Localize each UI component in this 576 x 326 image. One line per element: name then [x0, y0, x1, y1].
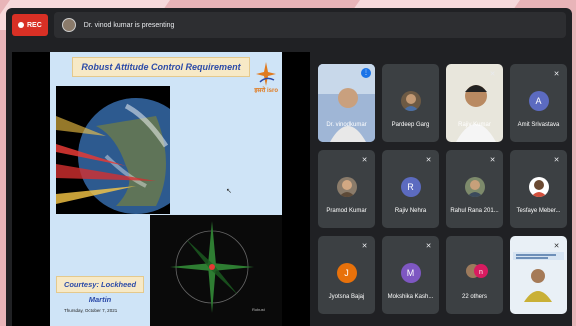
slide-date: Thursday, October 7, 2021: [64, 308, 118, 313]
courtesy-label: Courtesy: Lockheed Martin: [56, 276, 144, 304]
participant-tile[interactable]: Pardeep Garg: [382, 64, 439, 142]
participant-name: Tesfaye Meber...: [516, 208, 561, 214]
participant-name: Pramod Kumar: [326, 208, 367, 214]
participant-tile[interactable]: ✕ Tesfaye Meber...: [510, 150, 567, 228]
presenter-avatar: [61, 18, 76, 32]
participant-avatar: R: [400, 177, 421, 197]
others-tile[interactable]: n 22 others: [446, 236, 503, 314]
svg-text:Robust: Robust: [252, 307, 266, 312]
mic-off-icon: ✕: [553, 157, 560, 164]
participant-name: Pardeep Garg: [391, 122, 430, 128]
mic-off-icon: ✕: [489, 157, 496, 164]
participant-tile[interactable]: ✕: [510, 236, 567, 314]
participant-avatar: [528, 177, 549, 197]
participant-tile[interactable]: ✕ Rahul Rana 201...: [446, 150, 503, 228]
participant-name: Amit Srivastava: [517, 122, 560, 128]
participant-tile[interactable]: ✕ M Mokshika Kash...: [382, 236, 439, 314]
mic-off-icon: ✕: [361, 243, 368, 250]
participant-name: Rajiv Kumar: [458, 122, 491, 128]
speaking-indicator-icon: ⋮: [361, 68, 371, 78]
participant-name: Rajiv Nehra: [394, 208, 427, 214]
mic-off-icon: ✕: [425, 157, 432, 164]
mic-off-icon: ✕: [489, 71, 496, 78]
participant-name: Jyotsna Bajaj: [328, 294, 365, 300]
top-bar: REC Dr. vinod kumar is presenting: [6, 8, 572, 42]
recording-label: REC: [27, 21, 42, 29]
earth-image: [56, 86, 170, 214]
participant-name: Mokshika Kash...: [387, 294, 434, 300]
participant-tile[interactable]: ✕ J Jyotsna Bajaj: [318, 236, 375, 314]
participant-avatar: [464, 177, 485, 197]
participant-tile[interactable]: ⋮ Dr. vinodkumar: [318, 64, 375, 142]
others-count: 22 others: [461, 294, 488, 300]
mic-off-icon: ✕: [361, 157, 368, 164]
participant-avatar: J: [336, 263, 357, 283]
participant-avatar: [336, 177, 357, 197]
participant-name: Dr. vinodkumar: [326, 122, 367, 128]
participant-tile[interactable]: ✕ R Rajiv Nehra: [382, 150, 439, 228]
slide-title: Robust Attitude Control Requirement: [72, 57, 250, 77]
record-dot-icon: [18, 22, 24, 28]
participant-avatar: A: [528, 91, 549, 111]
participant-tile[interactable]: ✕ A Amit Srivastava: [510, 64, 567, 142]
mic-off-icon: ✕: [553, 243, 560, 250]
others-avatars: n: [465, 262, 489, 280]
presenting-text: Dr. vinod kumar is presenting: [83, 21, 175, 29]
svg-text:n: n: [479, 269, 483, 276]
presenting-banner[interactable]: Dr. vinod kumar is presenting: [53, 12, 566, 38]
recording-indicator: REC: [12, 14, 48, 36]
meeting-window: REC Dr. vinod kumar is presenting Robust…: [6, 8, 572, 326]
logo-text: इसरो isro: [254, 88, 278, 94]
isro-logo-icon: [256, 62, 276, 86]
compass-diagram: Robust: [150, 215, 282, 326]
mic-off-icon: ✕: [425, 243, 432, 250]
mic-off-icon: ✕: [553, 71, 560, 78]
participant-tile[interactable]: ✕ Rajiv Kumar: [446, 64, 503, 142]
presentation-stage[interactable]: Robust Attitude Control Requirement इसरो…: [12, 52, 310, 326]
mouse-cursor-icon: ↖: [226, 188, 232, 195]
participant-tile[interactable]: ✕ Pramod Kumar: [318, 150, 375, 228]
participant-name: Rahul Rana 201...: [450, 208, 499, 214]
participant-avatar: [400, 91, 421, 111]
presentation-slide: Robust Attitude Control Requirement इसरो…: [50, 52, 282, 326]
participant-avatar: M: [400, 263, 421, 283]
